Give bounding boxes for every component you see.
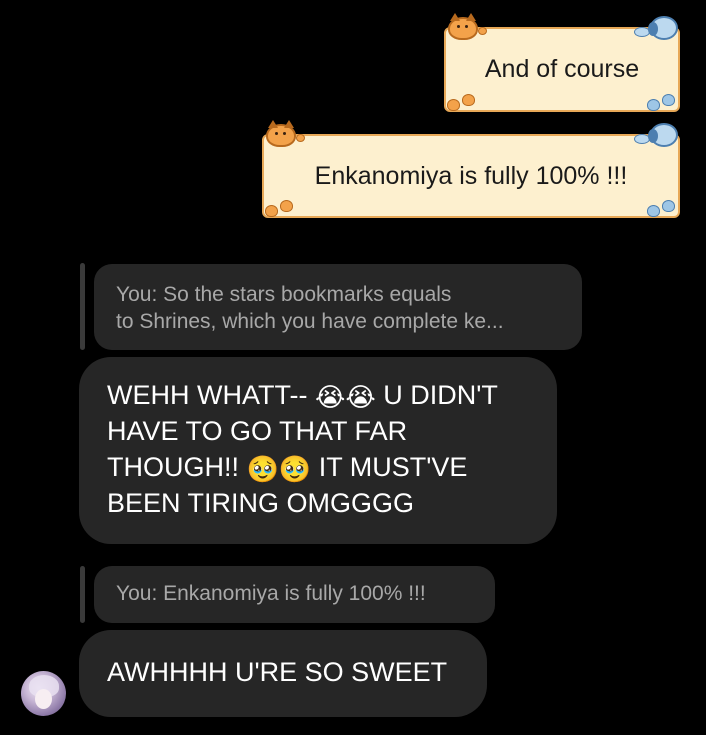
paw-icon — [265, 205, 278, 217]
received-message-bubble[interactable]: WEHH WHATT-- 😭😭 U DIDN'T HAVE TO GO THAT… — [79, 357, 557, 544]
chat-screen: { "theme": { "background": "#000000", "s… — [0, 0, 706, 735]
cat-icon — [266, 120, 296, 147]
paw-icon — [447, 99, 460, 111]
paw-icon — [462, 94, 475, 106]
reply-preview-text: You: So the stars bookmarks equals — [116, 283, 452, 306]
reply-preview-text: You: Enkanomiya is fully 100% !!! — [116, 582, 426, 605]
message-text: U DIDN'T — [375, 380, 498, 410]
reply-preview[interactable]: You: So the stars bookmarks equals to Sh… — [94, 264, 582, 350]
holding-back-tears-emoji: 🥹🥹 — [246, 455, 312, 485]
message-text: AWHHHH U'RE SO SWEET — [107, 657, 448, 687]
cat-icon — [448, 13, 478, 40]
sent-message-text: And of course — [484, 55, 640, 83]
dog-ear-icon — [648, 22, 658, 36]
paw-icon — [647, 99, 660, 111]
message-text: THOUGH!! — [107, 452, 247, 482]
message-line: THOUGH!! 🥹🥹 IT MUST'VE — [107, 449, 529, 485]
dog-ear-icon — [648, 129, 658, 143]
sent-message-text: Enkanomiya is fully 100% !!! — [314, 161, 628, 190]
paw-icon — [647, 205, 660, 217]
paw-icon — [662, 200, 675, 212]
crying-face-emoji: 😭😭 — [314, 383, 376, 413]
sent-message-bubble[interactable]: Enkanomiya is fully 100% !!! — [262, 134, 680, 218]
cat-paw-icon — [296, 134, 305, 142]
sent-message-bubble[interactable]: And of course — [444, 27, 680, 112]
contact-avatar[interactable] — [21, 671, 66, 716]
paw-icon — [662, 94, 675, 106]
message-text: IT MUST'VE — [311, 452, 468, 482]
paw-icon — [280, 200, 293, 212]
reply-preview-text: to Shrines, which you have complete ke..… — [116, 310, 504, 333]
message-line: HAVE TO GO THAT FAR — [107, 416, 408, 446]
message-text: WEHH WHATT-- — [107, 380, 315, 410]
reply-preview[interactable]: You: Enkanomiya is fully 100% !!! — [94, 566, 495, 623]
reply-indicator-line — [80, 566, 85, 623]
cat-paw-icon — [478, 27, 487, 35]
message-line: BEEN TIRING OMGGGG — [107, 488, 415, 518]
reply-indicator-line — [80, 263, 85, 350]
message-line: WEHH WHATT-- 😭😭 U DIDN'T — [107, 377, 529, 413]
received-message-bubble[interactable]: AWHHHH U'RE SO SWEET — [79, 630, 487, 717]
